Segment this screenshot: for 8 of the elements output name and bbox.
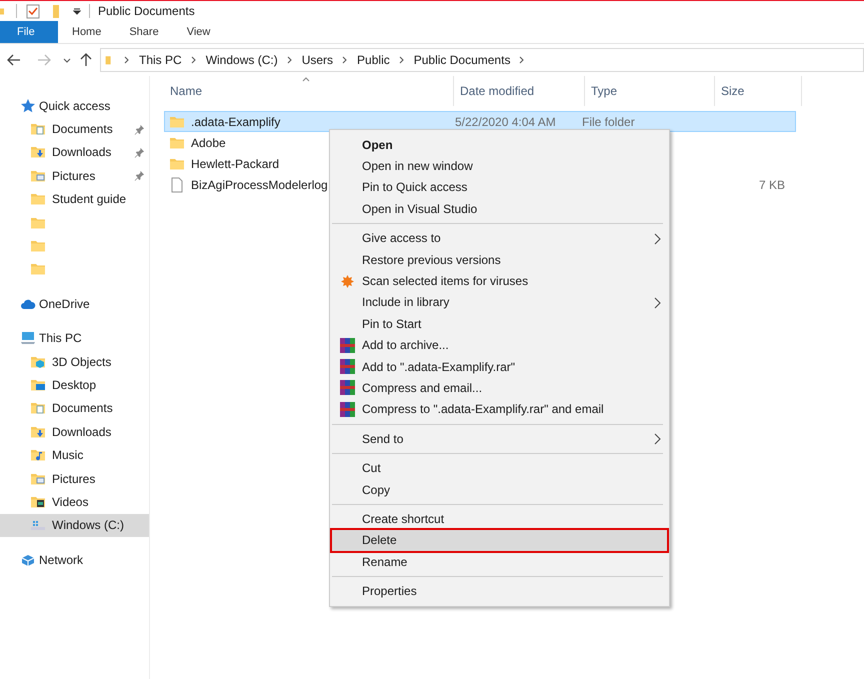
file-name: Adobe [191,136,226,150]
date-modified: 5/22/2020 4:04 AM [455,114,556,128]
file-name: .adata-Examplify [191,114,280,128]
window-title: Public Documents [98,4,195,18]
file-name: Hewlett-Packard [191,156,280,170]
file-name: BizAgiProcessModelerlog [191,178,328,192]
file-type: File folder [582,114,635,128]
file-size: 7 KB [758,178,785,192]
